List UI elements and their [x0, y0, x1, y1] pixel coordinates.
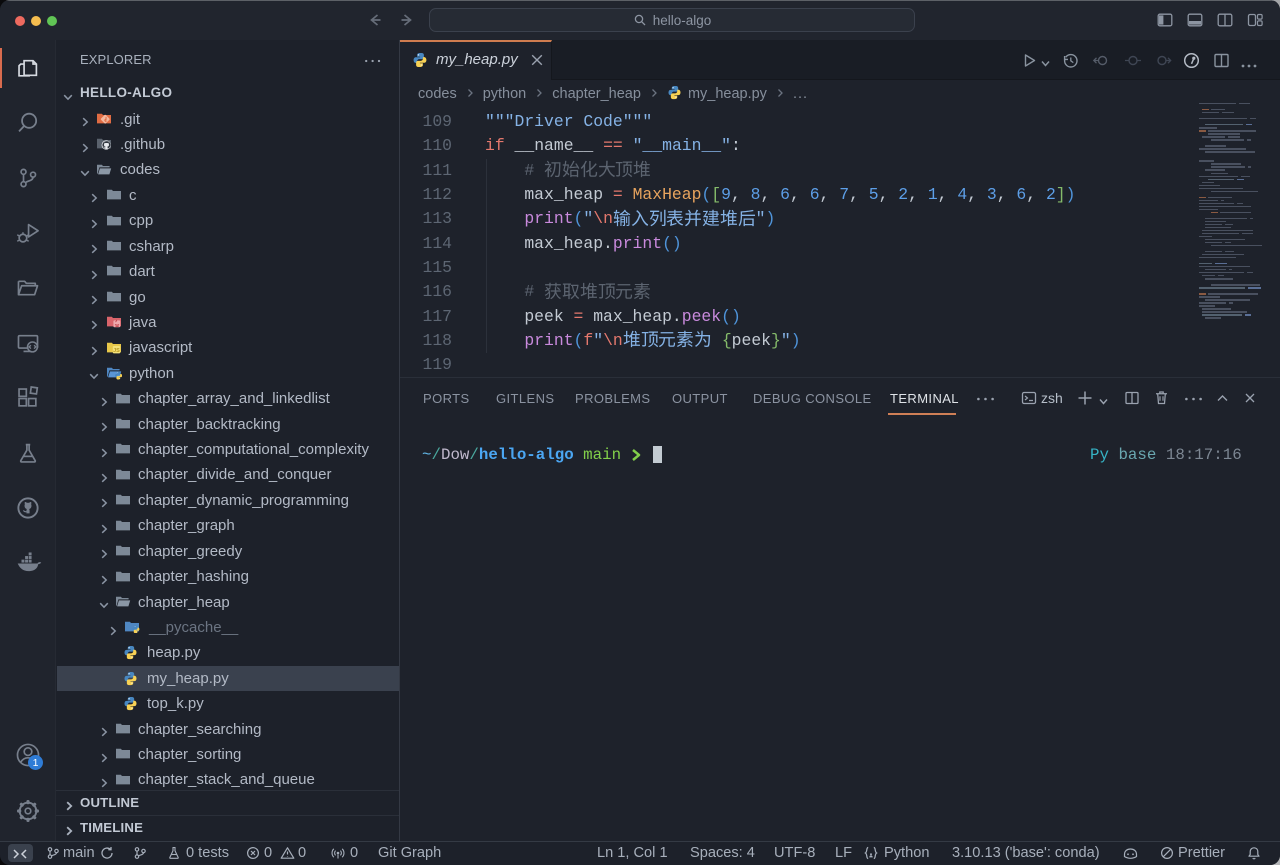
svg-text:JS: JS	[113, 347, 120, 353]
